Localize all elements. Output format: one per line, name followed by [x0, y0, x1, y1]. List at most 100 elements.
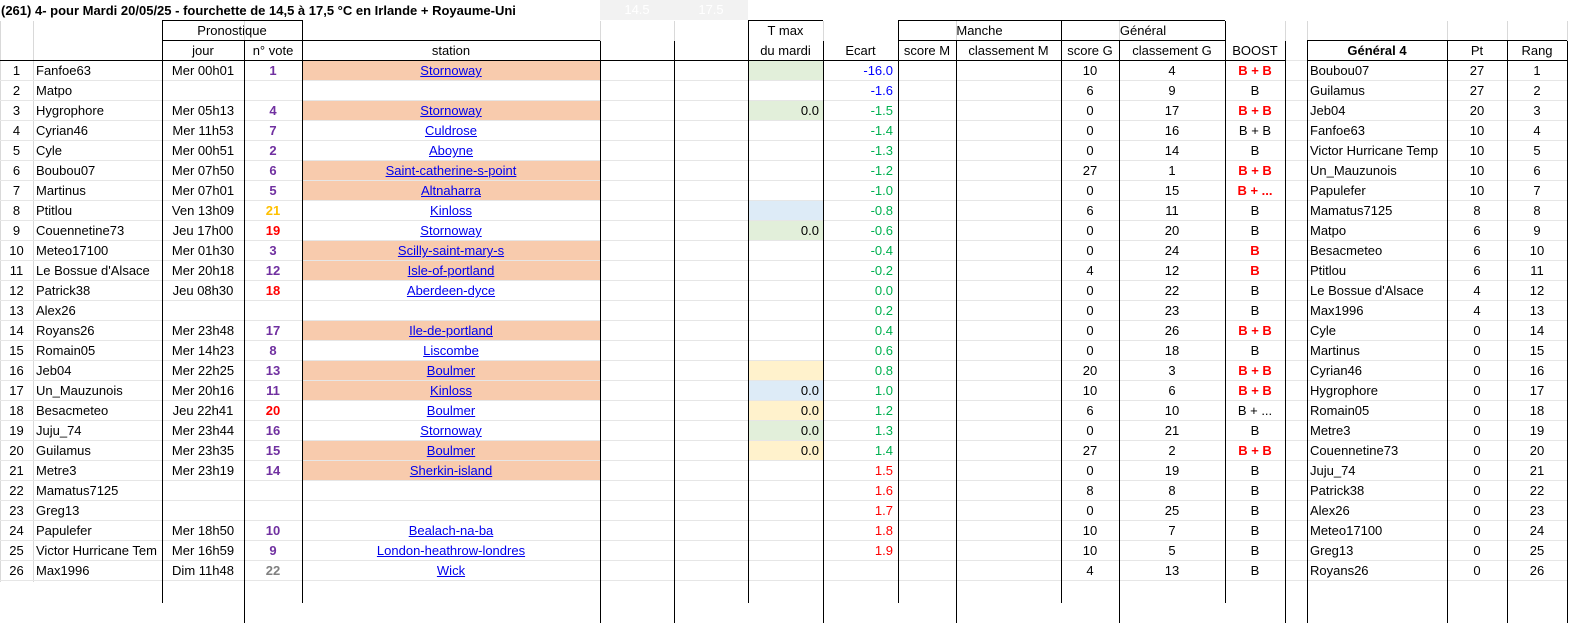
general4-points: 0 [1473, 323, 1481, 338]
classement-g-cell: 19 [1164, 463, 1180, 478]
tmax-cell: 0.0 [748, 381, 823, 401]
station-link-text[interactable]: Ile-de-portland [409, 323, 493, 338]
station-link-text[interactable]: Stornoway [420, 103, 481, 118]
station-link-text[interactable]: Stornoway [420, 63, 481, 78]
player-name: Le Bossue d'Alsace [36, 263, 150, 278]
player-name: Papulefer [36, 523, 92, 538]
ecart-cell: -0.8 [870, 203, 893, 218]
general4-rank: 20 [1529, 443, 1545, 458]
general4-points: 0 [1473, 363, 1481, 378]
station-link-text[interactable]: Stornoway [420, 223, 481, 238]
boost-cell: B [1250, 243, 1260, 258]
station-link-text[interactable]: Kinloss [430, 383, 472, 398]
grid-row-line [0, 440, 1567, 441]
general4-points: 8 [1473, 203, 1481, 218]
vote-number: 1 [269, 63, 277, 78]
vote-number: 9 [269, 543, 277, 558]
general4-rank: 9 [1533, 223, 1541, 238]
grid-row-line [0, 300, 1567, 301]
vote-number [244, 81, 302, 101]
ecart-cell: 1.3 [874, 423, 893, 438]
header-pronostique: Pronostique [197, 23, 267, 38]
station-link: Liscombe [302, 341, 600, 361]
station-link-text[interactable]: Sherkin-island [410, 463, 492, 478]
station-link-text[interactable]: Aberdeen-dyce [407, 283, 495, 298]
player-name: Hygrophore [36, 103, 104, 118]
station-link: Boulmer [302, 361, 600, 381]
station-link: Boulmer [302, 401, 600, 421]
station-link-text[interactable]: Scilly-saint-mary-s [398, 243, 504, 258]
general4-rank: 3 [1533, 103, 1541, 118]
classement-g-cell: 8 [1168, 483, 1176, 498]
border-col-line [1567, 41, 1568, 623]
station-link-text[interactable]: Boulmer [427, 363, 475, 378]
station-link-text[interactable]: Isle-of-portland [408, 263, 495, 278]
vote-number: 11 [266, 383, 280, 398]
vote-number: 18 [265, 283, 281, 298]
station-link-text[interactable]: Wick [437, 563, 465, 578]
row-number: 15 [9, 343, 24, 358]
forecast-day: Mer 23h44 [171, 423, 235, 438]
forecast-day: Mer 20h18 [171, 263, 235, 278]
border-header-mid [162, 40, 302, 41]
station-link-text[interactable]: Boulmer [427, 403, 475, 418]
station-link [302, 481, 600, 501]
general4-rank: 21 [1529, 463, 1545, 478]
boost-cell: B + B [1238, 103, 1272, 118]
header-manche: Manche [956, 23, 1003, 38]
player-name: Patrick38 [36, 283, 91, 298]
general4-name: Meteo17100 [1310, 523, 1383, 538]
row-number: 16 [9, 363, 24, 378]
grid-col-line [33, 21, 34, 582]
general4-name: Le Bossue d'Alsace [1310, 283, 1424, 298]
grid-row-line [0, 340, 1567, 341]
station-link-text[interactable]: Aboyne [429, 143, 473, 158]
boost-cell: B [1250, 223, 1260, 238]
station-link-text[interactable]: Boulmer [427, 443, 475, 458]
score-g-cell: 0 [1086, 343, 1094, 358]
border-header-top-g4 [1307, 40, 1567, 41]
forecast-day [162, 481, 244, 501]
station-link-text[interactable]: Bealach-na-ba [409, 523, 494, 538]
station-link: Culdrose [302, 121, 600, 141]
tmax-cell [748, 301, 823, 321]
forecast-day: Mer 11h53 [172, 123, 234, 138]
general4-rank: 5 [1533, 143, 1541, 158]
station-link-text[interactable]: Stornoway [420, 423, 481, 438]
score-g-cell: 8 [1086, 483, 1094, 498]
general4-name: Besacmeteo [1310, 243, 1383, 258]
row-number: 11 [9, 263, 24, 278]
general4-name: Cyrian46 [1310, 363, 1363, 378]
forecast-day: Mer 00h01 [171, 63, 235, 78]
score-g-cell: 4 [1086, 263, 1094, 278]
general4-points: 0 [1473, 383, 1481, 398]
score-g-cell: 0 [1086, 103, 1094, 118]
vote-number: 22 [265, 563, 281, 578]
grid-row-line [0, 80, 1567, 81]
player-name: Juju_74 [36, 423, 82, 438]
station-link-text[interactable]: Culdrose [425, 123, 477, 138]
vote-number: 15 [265, 443, 281, 458]
station-link-text[interactable]: Saint-catherine-s-point [386, 163, 517, 178]
station-link: Stornoway [302, 101, 600, 121]
tmax-cell [748, 241, 823, 261]
player-name: Alex26 [36, 303, 76, 318]
row-number: 24 [9, 523, 24, 538]
header-station: station [431, 43, 471, 58]
station-link-text[interactable]: Liscombe [423, 343, 479, 358]
score-g-cell: 4 [1086, 563, 1094, 578]
tmax-cell: 0.0 [748, 441, 823, 461]
player-name: Metre3 [36, 463, 77, 478]
ecart-cell: 1.6 [874, 483, 893, 498]
station-link-text[interactable]: London-heathrow-londres [377, 543, 525, 558]
row-number: 14 [9, 323, 24, 338]
station-link-text[interactable]: Altnaharra [421, 183, 481, 198]
header-score-g: score G [1067, 43, 1113, 58]
border-header-bottom [0, 60, 1285, 61]
general4-name: Greg13 [1310, 543, 1354, 558]
vote-number [244, 481, 302, 501]
boost-cell: B + B [1238, 63, 1272, 78]
row-number: 5 [12, 143, 21, 158]
grid-row-line [0, 120, 1567, 121]
station-link-text[interactable]: Kinloss [430, 203, 472, 218]
